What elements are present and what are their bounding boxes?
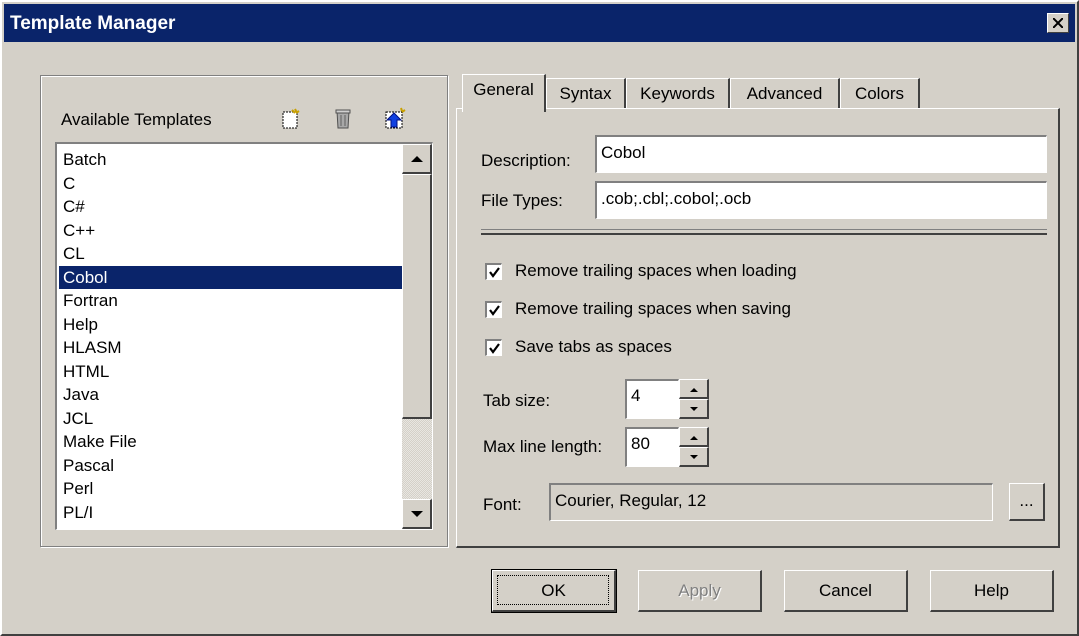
tab-size-label: Tab size: (483, 391, 551, 410)
spin-down-button[interactable] (679, 399, 709, 419)
focus-rect (497, 575, 609, 605)
arrow-up-icon (690, 436, 698, 440)
tab-syntax[interactable]: Syntax (546, 78, 626, 110)
font-label: Font: (483, 495, 522, 514)
list-item[interactable]: Perl (59, 477, 407, 501)
tab-general[interactable]: General (462, 74, 546, 112)
max-line-length-input[interactable]: 80 (625, 427, 679, 467)
scroll-thumb[interactable] (402, 174, 432, 419)
tab-advanced[interactable]: Advanced (730, 78, 840, 110)
checkmark-icon (489, 267, 500, 278)
description-label: Description: (481, 151, 571, 170)
checkbox-box[interactable] (485, 301, 502, 318)
scroll-up-button[interactable] (402, 144, 432, 174)
arrow-down-icon (690, 455, 698, 459)
list-item[interactable]: Batch (59, 148, 407, 172)
arrow-down-icon (690, 407, 698, 411)
list-item[interactable]: HTML (59, 360, 407, 384)
vertical-scrollbar[interactable] (402, 144, 432, 529)
tab-size-stepper[interactable] (679, 379, 709, 419)
list-item[interactable]: Java (59, 383, 407, 407)
tab-colors[interactable]: Colors (840, 78, 920, 110)
arrow-up-icon (411, 156, 423, 162)
templates-group: Available Templates Batch C C# C++ CL Co… (40, 75, 448, 547)
list-item[interactable]: HLASM (59, 336, 407, 360)
arrow-up-icon (690, 388, 698, 392)
list-item[interactable]: Fortran (59, 289, 407, 313)
checkbox-label: Save tabs as spaces (515, 337, 672, 356)
file-types-field[interactable]: .cob;.cbl;.cobol;.ocb (595, 181, 1047, 219)
checkbox-box[interactable] (485, 263, 502, 280)
new-template-icon[interactable] (279, 107, 303, 131)
description-field[interactable]: Cobol (595, 135, 1047, 173)
help-button[interactable]: Help (930, 570, 1054, 612)
list-item-selected[interactable]: Cobol (59, 265, 407, 289)
max-line-length-label: Max line length: (483, 437, 603, 456)
title-bar[interactable]: Template Manager (4, 4, 1075, 42)
list-item[interactable]: JCL (59, 407, 407, 431)
cancel-button[interactable]: Cancel (784, 570, 908, 612)
font-field: Courier, Regular, 12 (549, 483, 993, 521)
checkbox-label: Remove trailing spaces when saving (515, 299, 791, 318)
close-icon (1053, 18, 1063, 28)
templates-list: Batch C C# C++ CL Cobol Fortran Help HLA… (59, 148, 407, 524)
checkmark-icon (489, 305, 500, 316)
delete-template-icon[interactable] (331, 107, 355, 131)
templates-listbox[interactable]: Batch C C# C++ CL Cobol Fortran Help HLA… (55, 142, 433, 530)
list-item[interactable]: Make File (59, 430, 407, 454)
window-title: Template Manager (10, 13, 176, 34)
spin-up-button[interactable] (679, 379, 709, 399)
checkbox-label: Remove trailing spaces when loading (515, 261, 797, 280)
list-item[interactable]: C# (59, 195, 407, 219)
tab-size-input[interactable]: 4 (625, 379, 679, 419)
file-types-label: File Types: (481, 191, 563, 210)
scroll-down-button[interactable] (402, 499, 432, 529)
max-line-length-stepper[interactable] (679, 427, 709, 467)
ok-button[interactable]: OK (491, 569, 617, 613)
list-item[interactable]: PL/I (59, 501, 407, 525)
list-item[interactable]: Pascal (59, 454, 407, 478)
list-item[interactable]: Help (59, 313, 407, 337)
checkbox-box[interactable] (485, 339, 502, 356)
list-item[interactable]: C (59, 172, 407, 196)
spin-down-button[interactable] (679, 447, 709, 467)
available-templates-label: Available Templates (61, 110, 212, 129)
checkmark-icon (489, 343, 500, 354)
import-template-icon[interactable] (383, 107, 407, 131)
close-button[interactable] (1047, 13, 1069, 33)
font-browse-button[interactable]: ... (1009, 483, 1045, 521)
general-tab-panel: Description: Cobol File Types: .cob;.cbl… (456, 108, 1060, 548)
apply-button[interactable]: Apply (638, 570, 762, 612)
arrow-down-icon (411, 511, 423, 517)
list-item[interactable]: C++ (59, 219, 407, 243)
separator (481, 229, 1047, 235)
list-item[interactable]: CL (59, 242, 407, 266)
template-manager-dialog: Template Manager Available Templates Bat… (0, 0, 1079, 636)
spin-up-button[interactable] (679, 427, 709, 447)
tab-keywords[interactable]: Keywords (626, 78, 730, 110)
